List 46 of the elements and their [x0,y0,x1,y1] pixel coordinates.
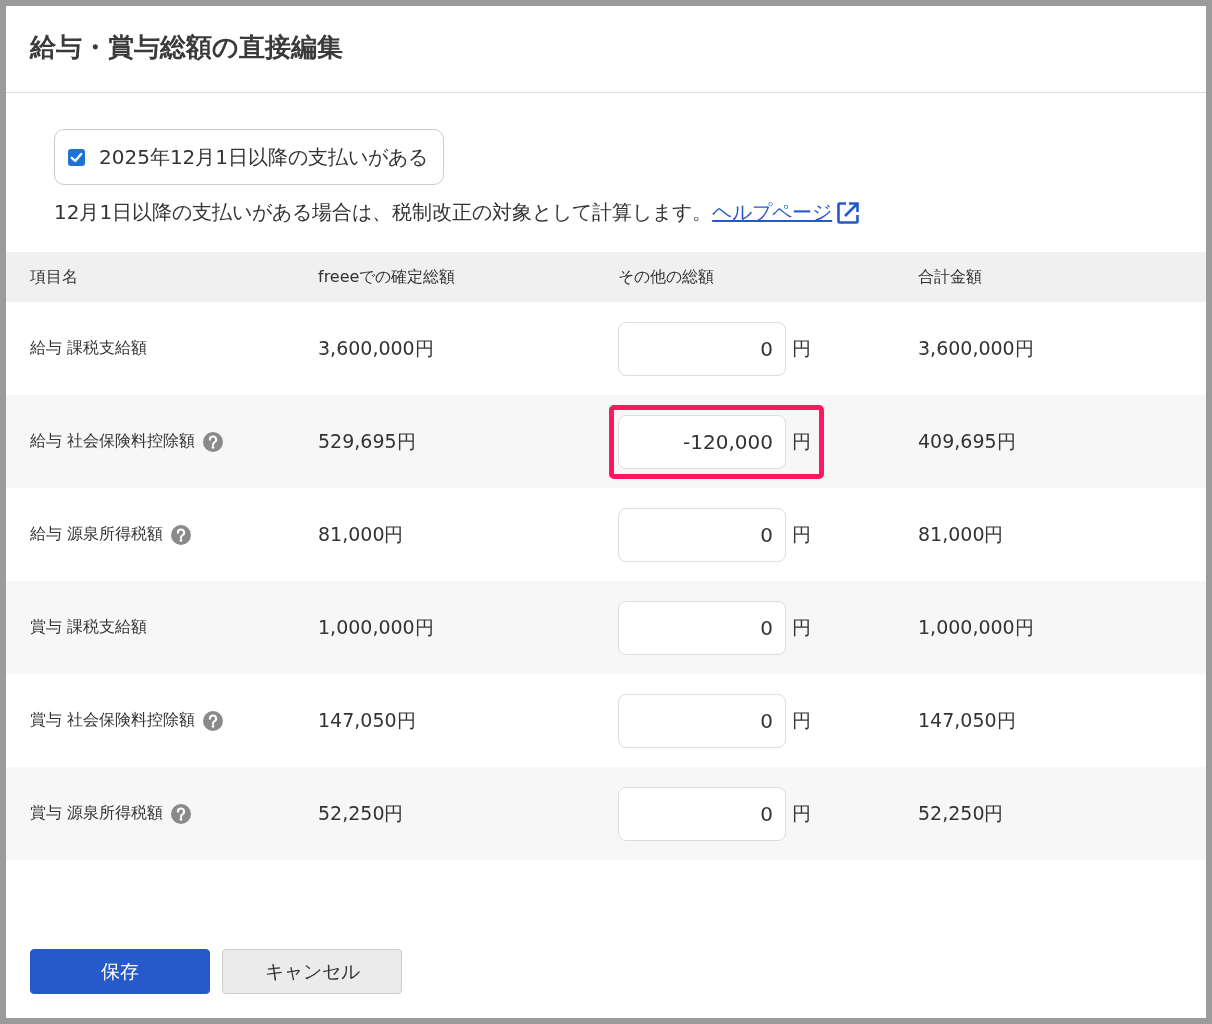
cancel-button[interactable]: キャンセル [222,949,402,994]
help-icon[interactable] [203,431,224,452]
dialog-title: 給与・賞与総額の直接編集 [30,30,343,64]
amount-input[interactable]: 0 [618,600,786,655]
item-name: 給与 社会保険料控除額 [30,431,196,452]
total-amount: 1,000,000円 [918,614,1034,640]
confirmed-amount: 81,000円 [318,521,404,547]
column-header: 項目名 [30,266,78,288]
confirmed-amount: 3,600,000円 [318,335,434,361]
unit-label: 円 [792,707,811,733]
confirmed-amount: 52,250円 [318,800,404,826]
checkbox-option[interactable]: 2025年12月1日以降の支払いがある [54,129,444,185]
external-link-icon[interactable] [836,200,861,225]
amount-input[interactable]: -120,000 [618,414,786,469]
item-name: 賞与 課税支給額 [30,617,148,638]
unit-label: 円 [792,428,811,454]
save-button[interactable]: 保存 [30,949,210,994]
help-icon[interactable] [171,803,192,824]
unit-label: 円 [792,521,811,547]
amount-input[interactable]: 0 [618,507,786,562]
amount-input[interactable]: 0 [618,321,786,376]
confirmed-amount: 1,000,000円 [318,614,434,640]
confirmed-amount: 529,695円 [318,428,416,454]
total-amount: 409,695円 [918,428,1016,454]
help-icon[interactable] [203,710,224,731]
help-page-link[interactable]: ヘルプページ [712,199,833,226]
unit-label: 円 [792,614,811,640]
amount-input[interactable]: 0 [618,693,786,748]
note-text: 12月1日以降の支払いがある場合は、税制改正の対象として計算します。 [54,199,713,226]
total-amount: 52,250円 [918,800,1004,826]
amount-input[interactable]: 0 [618,786,786,841]
item-name: 賞与 源泉所得税額 [30,803,164,824]
checkbox[interactable] [68,148,85,166]
item-name: 給与 課税支給額 [30,338,148,359]
column-header: その他の総額 [618,266,714,288]
total-amount: 81,000円 [918,521,1004,547]
item-name: 賞与 社会保険料控除額 [30,710,196,731]
unit-label: 円 [792,335,811,361]
column-header: freeeでの確定総額 [318,266,456,288]
column-header: 合計金額 [918,266,982,288]
item-name: 給与 源泉所得税額 [30,524,164,545]
total-amount: 3,600,000円 [918,335,1034,361]
confirmed-amount: 147,050円 [318,707,416,733]
unit-label: 円 [792,800,811,826]
help-icon[interactable] [171,524,192,545]
total-amount: 147,050円 [918,707,1016,733]
